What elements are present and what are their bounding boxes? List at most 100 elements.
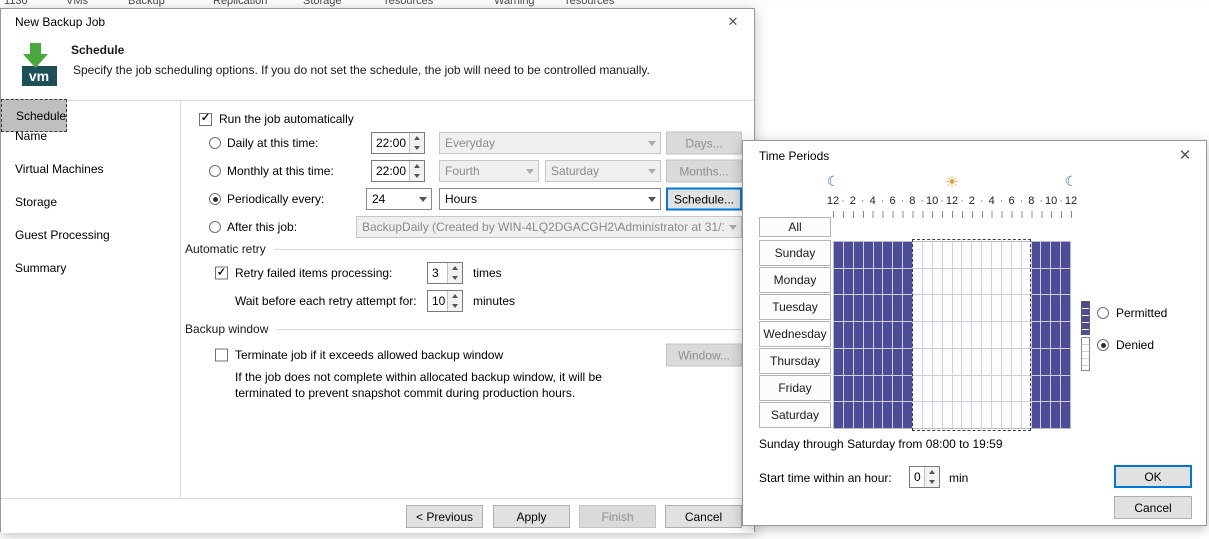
grid-cell[interactable] <box>903 295 912 321</box>
grid-cell[interactable] <box>864 376 873 402</box>
grid-cell[interactable] <box>893 322 902 348</box>
denied-option[interactable]: Denied <box>1097 337 1154 353</box>
grid-cell[interactable] <box>883 295 892 321</box>
grid-cell[interactable] <box>854 349 863 375</box>
grid-cell[interactable] <box>834 295 843 321</box>
grid-cell[interactable] <box>864 322 873 348</box>
grid-cell[interactable] <box>854 295 863 321</box>
start-time-spinner[interactable]: 0 <box>909 466 940 488</box>
retry-wait-spinner[interactable]: 10 <box>427 290 463 312</box>
grid-cell[interactable] <box>874 269 883 295</box>
monthly-radio[interactable] <box>209 165 221 177</box>
day-button-all[interactable]: All <box>759 217 831 237</box>
grid-cell[interactable] <box>883 322 892 348</box>
grid-cell[interactable] <box>903 242 912 268</box>
grid-cell[interactable] <box>903 322 912 348</box>
grid-cell[interactable] <box>864 269 873 295</box>
grid-cell[interactable] <box>893 376 902 402</box>
spinner-up-down-icons[interactable] <box>447 291 462 311</box>
grid-cell[interactable] <box>893 402 902 428</box>
spinner-up-down-icons[interactable] <box>924 467 939 487</box>
ok-button[interactable]: OK <box>1114 465 1192 488</box>
after-job-radio[interactable] <box>209 221 221 233</box>
periodically-value-dropdown[interactable]: 24 <box>366 188 432 210</box>
grid-cell[interactable] <box>1041 349 1050 375</box>
grid-cell[interactable] <box>1051 295 1060 321</box>
grid-cell[interactable] <box>883 402 892 428</box>
close-icon[interactable]: ✕ <box>1172 141 1198 171</box>
spinner-up-down-icons[interactable] <box>409 133 424 153</box>
spinner-up-down-icons[interactable] <box>409 161 424 181</box>
grid-cell[interactable] <box>883 376 892 402</box>
grid-cell[interactable] <box>1051 349 1060 375</box>
terminate-checkbox[interactable] <box>215 349 228 362</box>
permitted-radio[interactable] <box>1097 307 1109 319</box>
grid-cell[interactable] <box>854 322 863 348</box>
grid-cell[interactable] <box>1032 349 1041 375</box>
sidebar-item-guest-processing[interactable]: Guest Processing <box>1 218 180 251</box>
grid-cell[interactable] <box>834 376 843 402</box>
grid-cell[interactable] <box>1061 376 1070 402</box>
grid-cell[interactable] <box>864 242 873 268</box>
daily-radio[interactable] <box>209 137 221 149</box>
grid-cell[interactable] <box>883 242 892 268</box>
day-button-saturday[interactable]: Saturday <box>759 402 831 428</box>
permitted-option[interactable]: Permitted <box>1097 305 1167 321</box>
schedule-button[interactable]: Schedule... <box>666 188 742 211</box>
daily-time-spinner[interactable]: 22:00 <box>371 132 425 154</box>
grid-cell[interactable] <box>903 349 912 375</box>
monthly-time-spinner[interactable]: 22:00 <box>371 160 425 182</box>
denied-radio[interactable] <box>1097 339 1109 351</box>
grid-cell[interactable] <box>854 376 863 402</box>
day-button-wednesday[interactable]: Wednesday <box>759 321 831 347</box>
tp-cancel-button[interactable]: Cancel <box>1114 496 1192 519</box>
grid-cell[interactable] <box>1041 322 1050 348</box>
new-backup-job-titlebar[interactable]: New Backup Job ✕ <box>1 9 754 35</box>
periodically-unit-dropdown[interactable]: Hours <box>439 188 661 210</box>
grid-cell[interactable] <box>834 242 843 268</box>
retry-checkbox[interactable]: ✓ <box>215 267 228 280</box>
grid-cell[interactable] <box>854 269 863 295</box>
grid-cell[interactable] <box>883 349 892 375</box>
grid-cell[interactable] <box>1061 322 1070 348</box>
grid-cell[interactable] <box>1041 295 1050 321</box>
grid-cell[interactable] <box>844 295 853 321</box>
day-button-sunday[interactable]: Sunday <box>759 240 831 266</box>
grid-cell[interactable] <box>1051 402 1060 428</box>
grid-cell[interactable] <box>1061 402 1070 428</box>
grid-cell[interactable] <box>854 242 863 268</box>
grid-cell[interactable] <box>1032 402 1041 428</box>
grid-cell[interactable] <box>834 402 843 428</box>
grid-cell[interactable] <box>874 242 883 268</box>
grid-cell[interactable] <box>874 376 883 402</box>
previous-button[interactable]: < Previous <box>406 505 483 528</box>
grid-cell[interactable] <box>1032 242 1041 268</box>
grid-cell[interactable] <box>1061 349 1070 375</box>
sidebar-item-virtual-machines[interactable]: Virtual Machines <box>1 152 180 185</box>
grid-cell[interactable] <box>1061 269 1070 295</box>
spinner-up-down-icons[interactable] <box>447 263 462 283</box>
day-button-tuesday[interactable]: Tuesday <box>759 294 831 320</box>
sidebar-item-summary[interactable]: Summary <box>1 251 180 284</box>
grid-cell[interactable] <box>874 295 883 321</box>
retry-count-spinner[interactable]: 3 <box>427 262 463 284</box>
grid-cell[interactable] <box>1041 402 1050 428</box>
grid-cell[interactable] <box>844 402 853 428</box>
grid-cell[interactable] <box>844 322 853 348</box>
grid-cell[interactable] <box>874 322 883 348</box>
grid-cell[interactable] <box>1061 242 1070 268</box>
grid-cell[interactable] <box>834 322 843 348</box>
grid-cell[interactable] <box>893 295 902 321</box>
grid-cell[interactable] <box>1032 269 1041 295</box>
day-button-monday[interactable]: Monday <box>759 267 831 293</box>
grid-cell[interactable] <box>1041 269 1050 295</box>
grid-cell[interactable] <box>1051 242 1060 268</box>
grid-cell[interactable] <box>844 376 853 402</box>
grid-cell[interactable] <box>1051 376 1060 402</box>
time-periods-titlebar[interactable]: Time Periods ✕ <box>743 141 1206 171</box>
grid-cell[interactable] <box>903 269 912 295</box>
grid-cell[interactable] <box>1051 269 1060 295</box>
grid-cell[interactable] <box>1041 376 1050 402</box>
sidebar-item-schedule[interactable]: Schedule <box>1 99 67 132</box>
grid-cell[interactable] <box>874 402 883 428</box>
